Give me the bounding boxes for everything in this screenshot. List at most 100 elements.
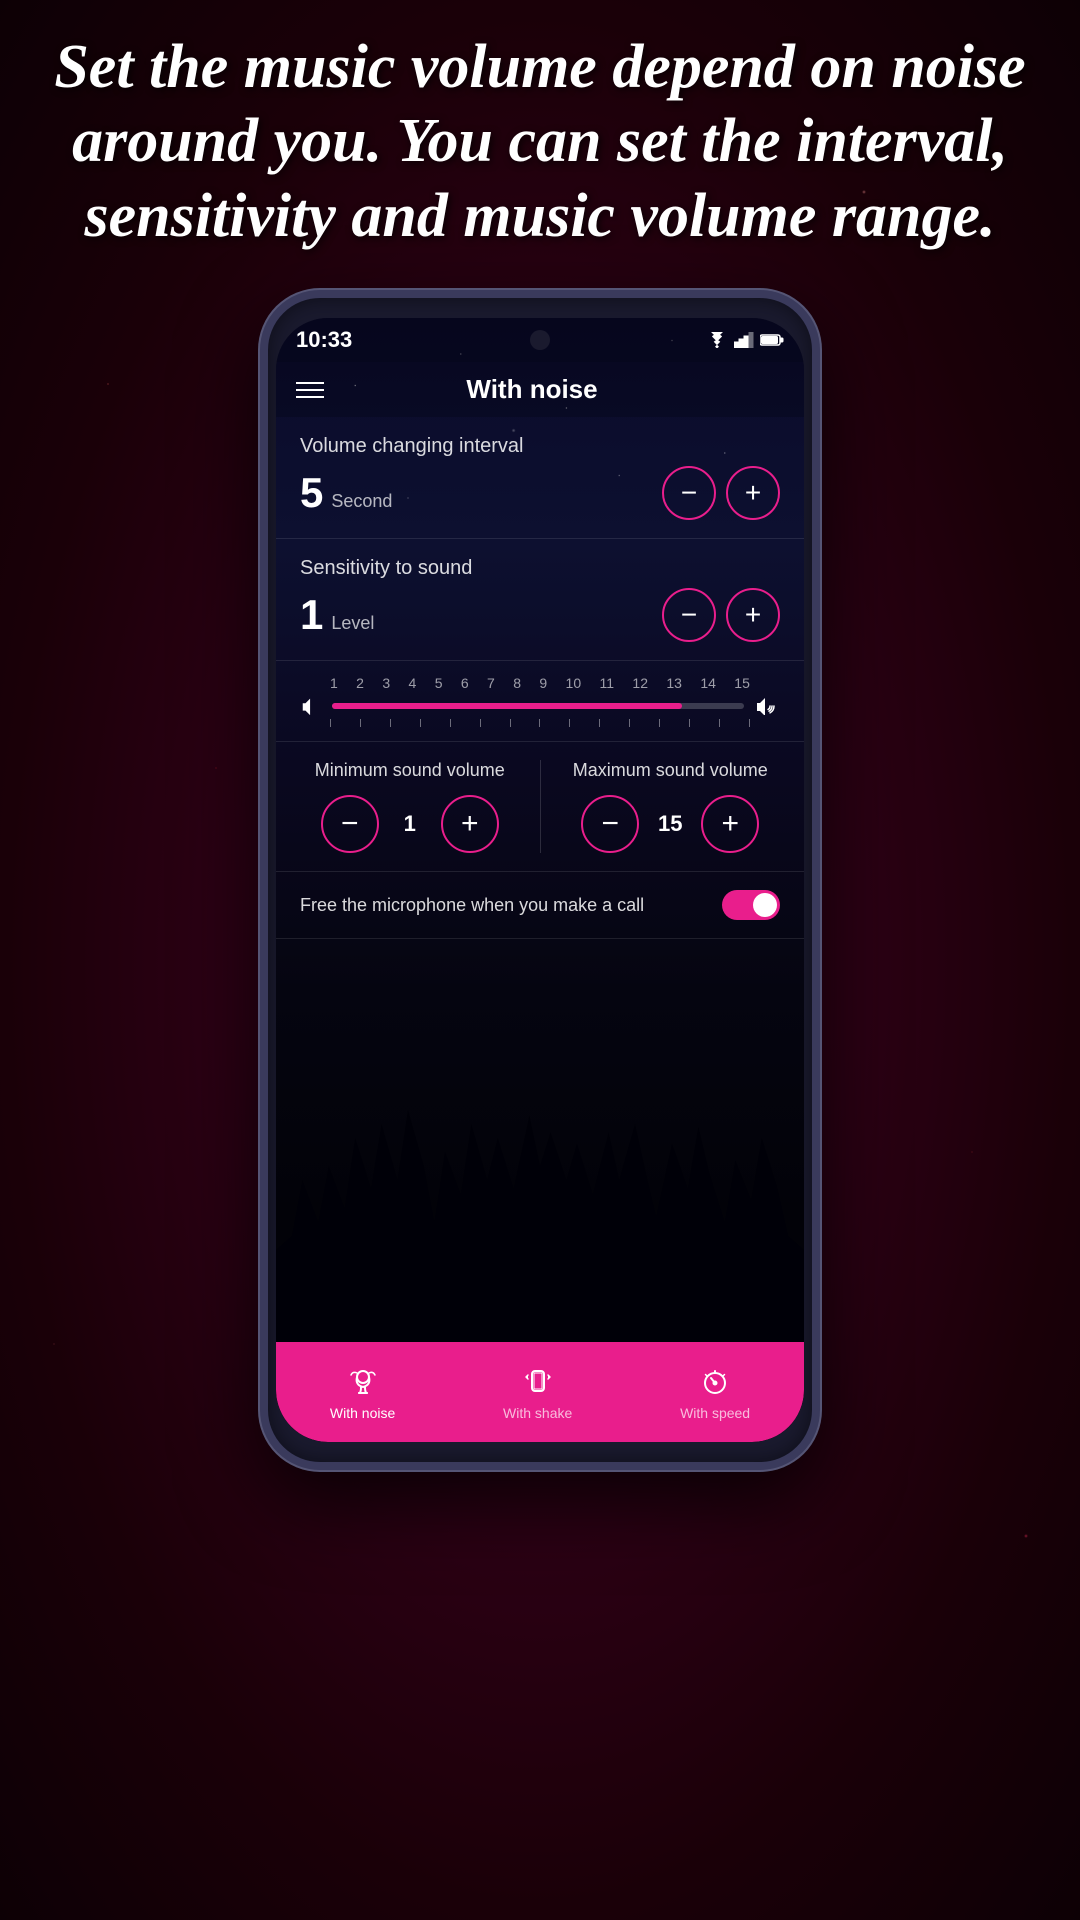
- sensitivity-row: 1 Level − +: [300, 588, 780, 642]
- volume-interval-unit: Second: [331, 491, 392, 512]
- max-volume-controls: − 15 +: [561, 795, 781, 853]
- tick-12: [659, 719, 660, 727]
- battery-icon: [760, 333, 784, 347]
- tick-4: [420, 719, 421, 727]
- tick-8: [539, 719, 540, 727]
- header-text: Set the music volume depend on noise aro…: [40, 30, 1040, 253]
- sensitivity-decrease-button[interactable]: −: [662, 588, 716, 642]
- slider-track[interactable]: [332, 703, 744, 709]
- volume-interval-value: 5 Second: [300, 469, 392, 517]
- volume-interval-number: 5: [300, 469, 323, 517]
- slider-num-7: 7: [487, 675, 495, 691]
- slider-num-12: 12: [632, 675, 648, 691]
- tick-11: [629, 719, 630, 727]
- sensitivity-controls: − +: [662, 588, 780, 642]
- volume-interval-controls: − +: [662, 466, 780, 520]
- slider-num-5: 5: [435, 675, 443, 691]
- sensitivity-number: 1: [300, 591, 323, 639]
- slider-num-11: 11: [600, 675, 615, 691]
- app-title: With noise: [324, 374, 740, 405]
- min-volume-value: 1: [395, 811, 425, 837]
- sensitivity-increase-button[interactable]: +: [726, 588, 780, 642]
- tick-14: [719, 719, 720, 727]
- tick-10: [599, 719, 600, 727]
- signal-icon: [734, 332, 754, 348]
- wifi-icon: [706, 332, 728, 348]
- sensitivity-value: 1 Level: [300, 591, 374, 639]
- nav-item-with-shake[interactable]: With shake: [503, 1363, 572, 1421]
- slider-ticks: [300, 719, 780, 727]
- hamburger-menu-icon[interactable]: [296, 382, 324, 398]
- camera-notch: [530, 330, 550, 350]
- status-bar: 10:33: [276, 318, 804, 362]
- sensitivity-label: Sensitivity to sound: [300, 557, 780, 580]
- slider-num-13: 13: [666, 675, 682, 691]
- minmax-divider: [540, 760, 541, 853]
- toggle-knob: [753, 893, 777, 917]
- volume-interval-label: Volume changing interval: [300, 435, 780, 458]
- slider-num-10: 10: [566, 675, 582, 691]
- nav-label-with-shake: With shake: [503, 1405, 572, 1421]
- slider-num-1: 1: [330, 675, 338, 691]
- min-volume-col: Minimum sound volume − 1 +: [300, 760, 520, 853]
- max-volume-increase-button[interactable]: +: [701, 795, 759, 853]
- min-volume-decrease-button[interactable]: −: [321, 795, 379, 853]
- tick-5: [450, 719, 451, 727]
- volume-interval-decrease-button[interactable]: −: [662, 466, 716, 520]
- max-volume-col: Maximum sound volume − 15 +: [561, 760, 781, 853]
- tick-1: [330, 719, 331, 727]
- volume-interval-increase-button[interactable]: +: [726, 466, 780, 520]
- tick-9: [569, 719, 570, 727]
- with-speed-icon: [697, 1363, 733, 1399]
- sensitivity-unit: Level: [331, 613, 374, 634]
- microphone-toggle-label: Free the microphone when you make a call: [300, 895, 702, 916]
- tick-2: [360, 719, 361, 727]
- min-volume-increase-button[interactable]: +: [441, 795, 499, 853]
- status-icons: [706, 332, 784, 348]
- sensitivity-section: Sensitivity to sound 1 Level − +: [276, 539, 804, 661]
- tick-13: [689, 719, 690, 727]
- nav-item-with-noise[interactable]: With noise: [330, 1363, 395, 1421]
- with-noise-icon: [345, 1363, 381, 1399]
- max-volume-decrease-button[interactable]: −: [581, 795, 639, 853]
- tick-6: [480, 719, 481, 727]
- nav-label-with-speed: With speed: [680, 1405, 750, 1421]
- min-volume-controls: − 1 +: [300, 795, 520, 853]
- slider-num-8: 8: [513, 675, 521, 691]
- app-header: With noise: [276, 362, 804, 417]
- nav-item-with-speed[interactable]: With speed: [680, 1363, 750, 1421]
- with-shake-icon: [520, 1363, 556, 1399]
- slider-num-14: 14: [700, 675, 716, 691]
- microphone-toggle-switch[interactable]: [722, 890, 780, 920]
- tick-15: [749, 719, 750, 727]
- volume-interval-section: Volume changing interval 5 Second − +: [276, 417, 804, 539]
- app-content: 10:33: [276, 318, 804, 1442]
- volume-min-icon: [300, 697, 322, 715]
- slider-num-3: 3: [382, 675, 390, 691]
- tick-3: [390, 719, 391, 727]
- minmax-row: Minimum sound volume − 1 + Maximum sound…: [300, 760, 780, 853]
- phone-screen: 10:33: [276, 318, 804, 1442]
- min-volume-label: Minimum sound volume: [300, 760, 520, 781]
- volume-max-icon: [754, 697, 780, 715]
- bottom-nav: With noise With shake: [276, 1342, 804, 1442]
- max-volume-value: 15: [655, 811, 685, 837]
- status-time: 10:33: [296, 327, 352, 353]
- slider-numbers: 1 2 3 4 5 6 7 8 9 10 11 12 13 14: [300, 675, 780, 691]
- tick-7: [510, 719, 511, 727]
- menu-line-3: [296, 396, 324, 398]
- slider-num-2: 2: [356, 675, 364, 691]
- phone-frame: 10:33: [260, 290, 820, 1470]
- menu-line-1: [296, 382, 324, 384]
- minmax-section: Minimum sound volume − 1 + Maximum sound…: [276, 742, 804, 872]
- microphone-toggle-section: Free the microphone when you make a call: [276, 872, 804, 939]
- max-volume-label: Maximum sound volume: [561, 760, 781, 781]
- volume-interval-row: 5 Second − +: [300, 466, 780, 520]
- slider-num-9: 9: [539, 675, 547, 691]
- slider-track-row: [300, 697, 780, 715]
- slider-section: 1 2 3 4 5 6 7 8 9 10 11 12 13 14: [276, 661, 804, 742]
- phone-mockup: 10:33: [260, 290, 820, 1470]
- slider-num-15: 15: [734, 675, 750, 691]
- slider-fill: [332, 703, 682, 709]
- slider-num-6: 6: [461, 675, 469, 691]
